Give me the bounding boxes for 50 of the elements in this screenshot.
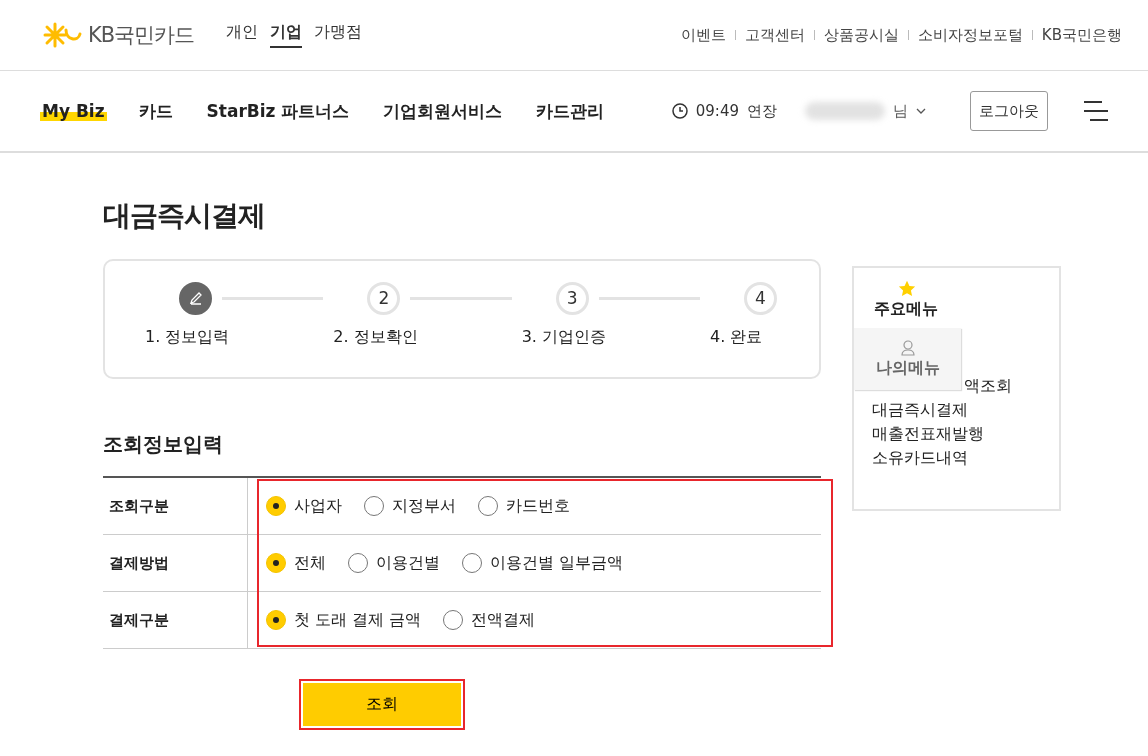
segment-tab[interactable]: 기업 [270,22,303,48]
radio-option[interactable]: 첫 도래 결제 금액 [266,609,422,631]
user-suffix: 님 [893,101,908,121]
row-label: 조회구분 [103,478,248,534]
row-label: 결제구분 [103,592,248,648]
radio-option[interactable]: 사업자 [266,495,342,517]
logout-button[interactable]: 로그아웃 [970,91,1048,131]
menu-link[interactable]: 액조회 [964,374,1012,398]
segment-tab[interactable]: 가맹점 [314,22,363,48]
extend-link[interactable]: 연장 [747,101,777,121]
page-title: 대금즉시결제 [103,198,266,234]
utility-link[interactable]: 고객센터 [744,25,805,45]
nav-item[interactable]: StarBiz 파트너스 [204,99,352,123]
my-menu-tab[interactable]: 나의메뉴 [854,328,961,390]
side-menu-title: 주요메뉴 [874,299,938,320]
star-icon [898,280,916,297]
radio-option[interactable]: 이용건별 [348,552,440,574]
user-icon [900,339,915,356]
radio-option[interactable]: 카드번호 [478,495,570,517]
step-label: 1. 정보입력 [145,327,231,348]
menu-icon[interactable] [1082,100,1108,122]
menu-link[interactable]: 매출전표재발행 [872,422,984,446]
radio-option[interactable]: 전체 [266,552,326,574]
brand-name: KB국민카드 [88,22,195,49]
radio-option[interactable]: 이용건별 일부금액 [462,552,624,574]
step-number: 2 [367,281,401,315]
session-time: 09:49 [695,102,739,120]
search-button[interactable]: 조회 [299,679,465,730]
step-label: 4. 완료 [710,327,764,348]
step-number: 4 [744,281,777,315]
chevron-down-icon[interactable] [916,108,926,114]
radio-option[interactable]: 지정부서 [364,495,456,517]
nav-item[interactable]: 기업회원서비스 [381,99,505,123]
radio-option[interactable]: 전액결제 [443,609,536,631]
menu-link[interactable]: 대금즉시결제 [872,398,968,422]
segment-tab[interactable]: 개인 [226,22,259,48]
nav-item[interactable]: 카드 [136,99,175,123]
logo-star-icon [42,22,82,48]
step-label: 2. 정보확인 [333,327,419,348]
utility-link[interactable]: KB국민은행 [1041,25,1122,45]
clock-icon [671,103,688,119]
utility-link[interactable]: 이벤트 [680,25,726,45]
nav-item[interactable]: 카드관리 [534,99,607,123]
menu-link[interactable]: 소유카드내역 [872,446,968,470]
step-number: 3 [555,281,589,315]
section-title: 조회정보입력 [103,431,224,458]
step-label: 3. 기업인증 [521,327,607,348]
utility-link[interactable]: 상품공시실 [823,25,899,45]
utility-link[interactable]: 소비자정보포털 [917,25,1023,45]
row-label: 결제방법 [103,535,248,591]
